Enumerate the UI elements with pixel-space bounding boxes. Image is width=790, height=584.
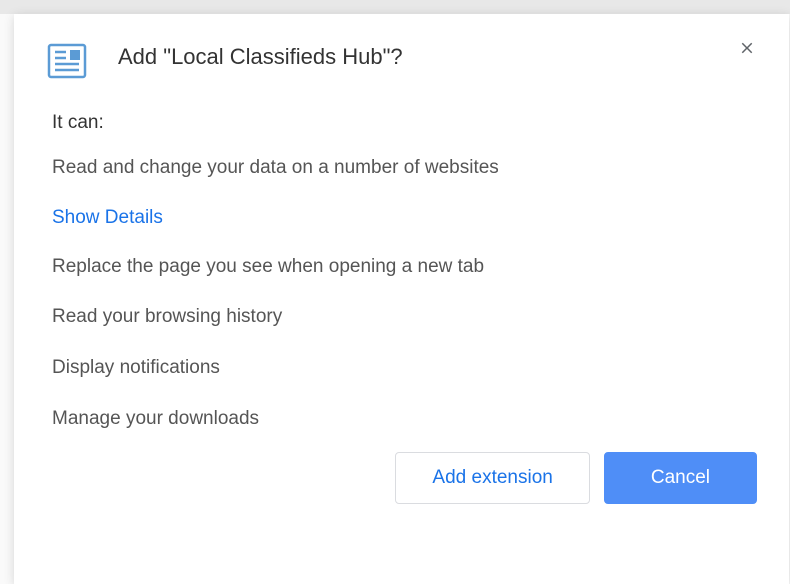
close-icon: [738, 39, 756, 57]
permission-item: Read your browsing history: [52, 305, 751, 330]
permission-item: Read and change your data on a number of…: [52, 156, 751, 181]
dialog-body[interactable]: It can: Read and change your data on a n…: [14, 98, 789, 428]
show-details-link[interactable]: Show Details: [52, 207, 751, 229]
permission-item: Display notifications: [52, 356, 751, 381]
dialog-footer: Add extension Cancel: [14, 428, 789, 532]
dialog-header: Add "Local Classifieds Hub"?: [14, 14, 789, 98]
dialog-title: Add "Local Classifieds Hub"?: [118, 38, 403, 73]
extension-install-dialog: Add "Local Classifieds Hub"? It can: Rea…: [14, 14, 789, 584]
backdrop-top-bar: [0, 0, 790, 14]
permissions-intro: It can:: [52, 112, 751, 134]
add-extension-button[interactable]: Add extension: [395, 452, 589, 504]
permission-item: Replace the page you see when opening a …: [52, 255, 751, 280]
cancel-button[interactable]: Cancel: [604, 452, 757, 504]
extension-newspaper-icon: [46, 40, 88, 82]
permission-item: Manage your downloads: [52, 407, 751, 428]
close-button[interactable]: [735, 36, 759, 60]
